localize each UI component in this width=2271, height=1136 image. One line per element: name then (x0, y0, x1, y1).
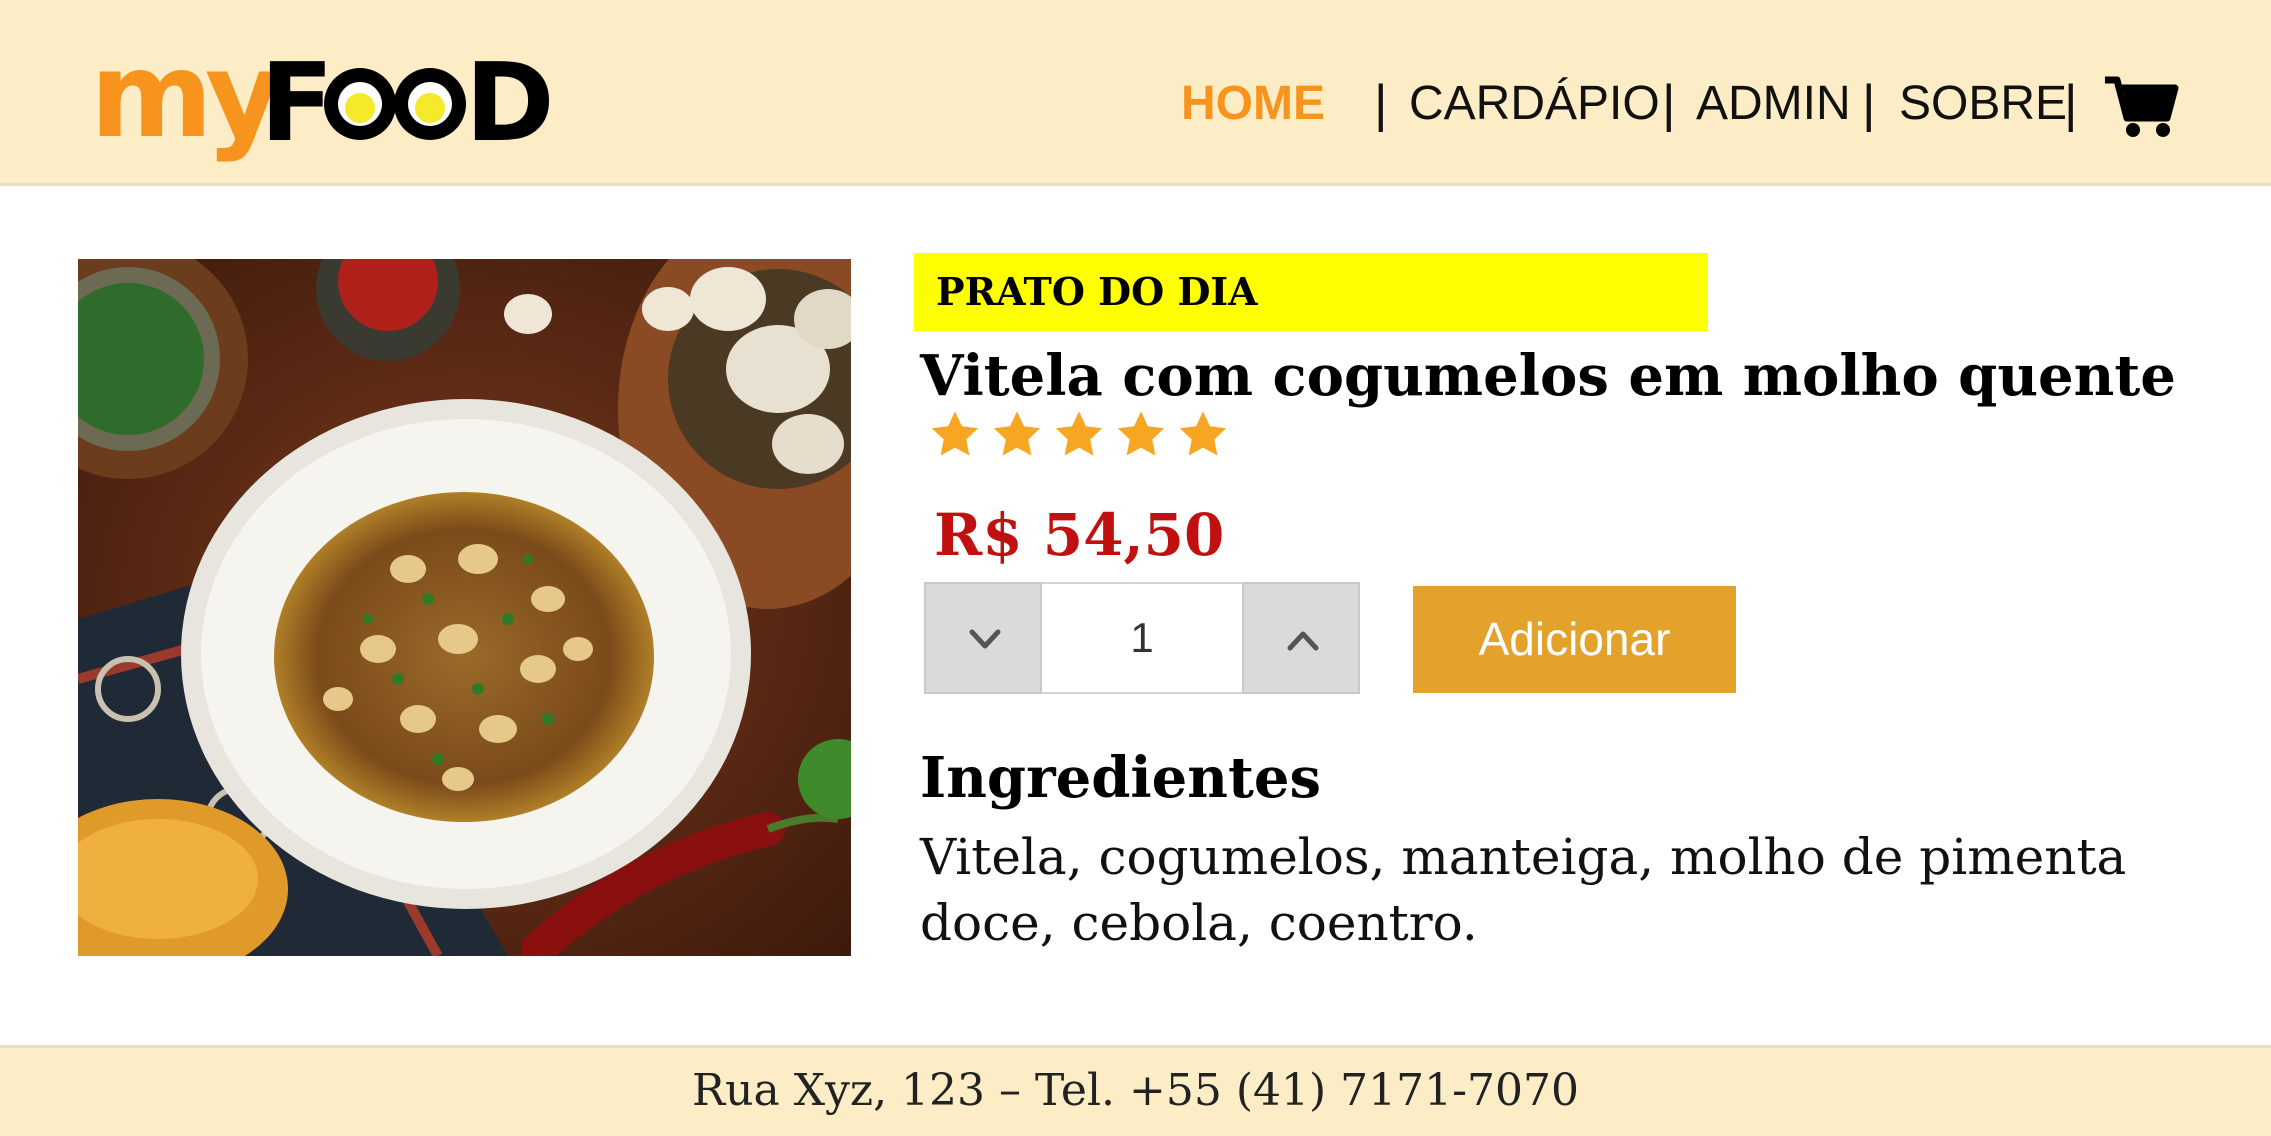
nav-admin[interactable]: ADMIN (1696, 64, 1851, 144)
site-header: my F D HOME | CARDÁPIO | ADMIN | SOBRE | (0, 0, 2271, 186)
nav-cardapio[interactable]: CARDÁPIO (1409, 64, 1660, 144)
quantity-stepper (924, 582, 1360, 694)
nav-separator: | (1662, 75, 1676, 133)
star-icon (931, 411, 979, 456)
nav-separator: | (2064, 75, 2078, 133)
ingredients-heading: Ingredientes (920, 745, 1321, 811)
brand-logo[interactable]: my F D (90, 30, 570, 160)
dish-title: Vitela com cogumelos em molho quente (920, 343, 2176, 409)
svg-text:D: D (465, 52, 555, 152)
footer-address: Rua Xyz, 123 – Tel. +55 (41) 7171-7070 (692, 1065, 1579, 1116)
star-icon (993, 411, 1041, 456)
quantity-input[interactable] (1042, 582, 1242, 694)
nav-sobre[interactable]: SOBRE (1899, 64, 2067, 144)
star-icon (1055, 411, 1103, 456)
chevron-up-icon (1287, 631, 1319, 651)
dish-price: R$ 54,50 (934, 501, 1225, 569)
ingredients-line: doce, cebola, coentro. (920, 894, 1478, 952)
dish-of-the-day-badge: PRATO DO DIA (914, 253, 1708, 331)
nav-separator: | (1862, 75, 1876, 133)
logo-my-text: my (90, 26, 282, 164)
chevron-down-icon (969, 629, 1001, 649)
nav-separator: | (1374, 75, 1388, 133)
star-icon (1117, 411, 1165, 456)
rating-stars (926, 408, 1236, 462)
dish-photo (78, 259, 851, 956)
dish-photo-illustration (78, 259, 851, 956)
main-nav: HOME | CARDÁPIO | ADMIN | SOBRE | (1121, 64, 2271, 144)
add-to-cart-button[interactable]: Adicionar (1413, 586, 1736, 693)
increase-quantity-button[interactable] (1242, 582, 1360, 694)
decrease-quantity-button[interactable] (924, 582, 1042, 694)
ingredients-line: Vitela, cogumelos, manteiga, molho de pi… (920, 828, 2127, 886)
ingredients-text: Vitela, cogumelos, manteiga, molho de pi… (920, 824, 2160, 956)
shopping-cart-icon[interactable] (2103, 74, 2179, 140)
nav-home[interactable]: HOME (1181, 64, 1325, 144)
svg-text:F: F (260, 52, 328, 152)
logo-food-graphic: F D (260, 52, 555, 152)
site-footer: Rua Xyz, 123 – Tel. +55 (41) 7171-7070 (0, 1045, 2271, 1136)
star-icon (1179, 411, 1227, 456)
